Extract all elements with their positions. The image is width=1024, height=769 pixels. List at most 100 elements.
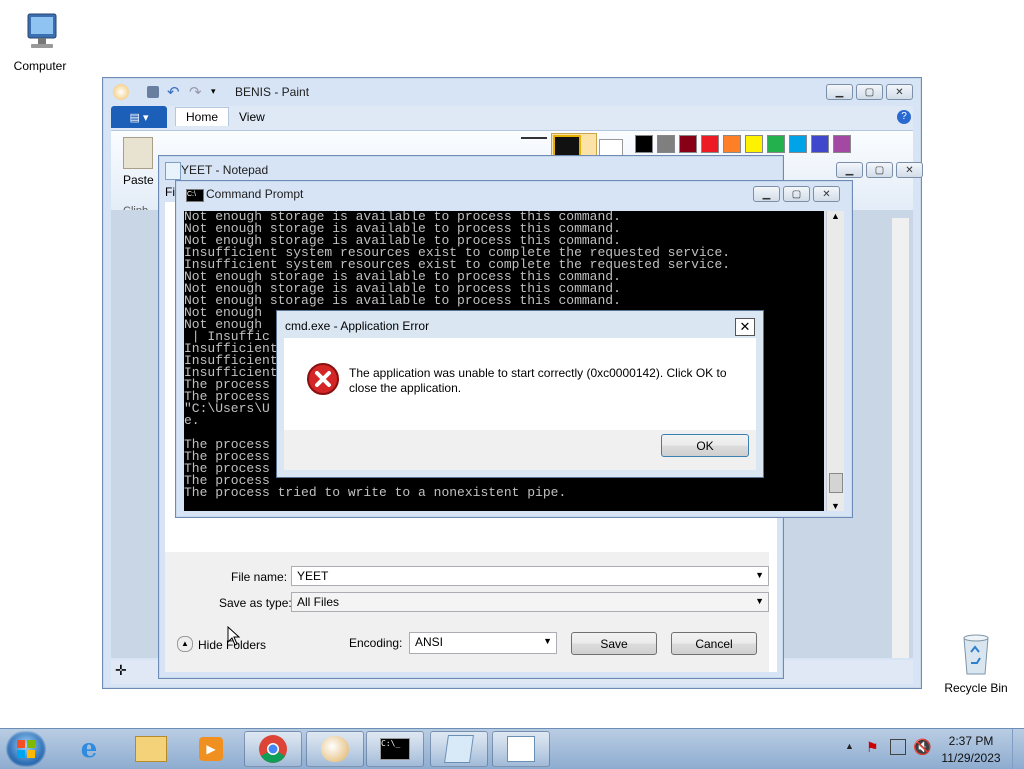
ok-button[interactable]: OK — [661, 434, 749, 457]
cancel-button[interactable]: Cancel — [671, 632, 757, 655]
palette-swatch[interactable] — [811, 135, 829, 153]
error-dialog: cmd.exe - Application Error ✕ The applic… — [276, 310, 764, 478]
paint-app-icon — [113, 84, 129, 100]
palette-swatch[interactable] — [635, 135, 653, 153]
file-name-label: File name: — [231, 570, 288, 584]
notepad-title: YEET - Notepad — [181, 163, 269, 177]
computer-desktop-icon[interactable]: Computer — [0, 8, 80, 73]
palette-swatch[interactable] — [701, 135, 719, 153]
save-button[interactable]: Save — [571, 632, 657, 655]
cmd-app-icon: C:\ — [186, 189, 204, 202]
taskbar-document[interactable] — [492, 731, 550, 767]
paint-title: BENIS - Paint — [235, 85, 310, 99]
line-size-icon — [521, 137, 547, 139]
console-line: The process tried to write to a nonexist… — [184, 485, 567, 500]
scroll-down-icon[interactable]: ▼ — [831, 501, 840, 511]
encoding-value: ANSI — [415, 635, 444, 649]
action-center-flag-icon[interactable]: ⚑ — [866, 739, 879, 756]
clock-time[interactable]: 2:37 PM — [938, 734, 1004, 748]
palette-swatch[interactable] — [767, 135, 785, 153]
network-icon[interactable] — [890, 739, 906, 755]
paint-vertical-scrollbar[interactable] — [892, 218, 909, 658]
dialog-close-button[interactable]: ✕ — [735, 318, 755, 336]
notepad-file-menu[interactable]: Fi — [165, 185, 175, 199]
tab-home[interactable]: Home — [175, 107, 230, 126]
file-name-field[interactable]: YEET ▼ — [291, 566, 769, 586]
taskbar: e ▶ C:\_ ▲ ⚑ 🔇 2:37 PM 11/29/2023 — [0, 728, 1024, 769]
document-icon — [507, 736, 535, 762]
save-as-type-value: All Files — [297, 595, 340, 609]
cmd-minimize-button[interactable]: ▁ — [753, 186, 780, 202]
clipboard-icon[interactable] — [123, 137, 153, 169]
show-desktop-button[interactable] — [1012, 729, 1024, 769]
help-icon[interactable]: ? — [897, 110, 911, 124]
paint-palette-icon — [321, 736, 349, 762]
chevron-up-icon[interactable]: ▲ — [177, 636, 193, 652]
menu-icon: ▤ ▾ — [129, 111, 149, 124]
paint-minimize-button[interactable]: ▁ — [826, 84, 853, 100]
taskbar-internet-explorer[interactable]: e — [60, 731, 118, 767]
chevron-down-icon[interactable]: ▼ — [543, 636, 552, 646]
media-player-icon: ▶ — [199, 737, 223, 761]
palette-swatch[interactable] — [657, 135, 675, 153]
cmd-icon: C:\_ — [380, 738, 410, 760]
taskbar-command-prompt[interactable]: C:\_ — [366, 731, 424, 767]
taskbar-windows-explorer[interactable] — [122, 731, 180, 767]
quick-access-dropdown-icon[interactable]: ▾ — [211, 86, 216, 97]
cmd-maximize-button[interactable]: ▢ — [783, 186, 810, 202]
notepad-maximize-button[interactable]: ▢ — [866, 162, 893, 178]
taskbar-chrome[interactable] — [244, 731, 302, 767]
scroll-thumb[interactable] — [829, 473, 843, 493]
notepad-app-icon — [165, 162, 181, 180]
paint-maximize-button[interactable]: ▢ — [856, 84, 883, 100]
encoding-select[interactable]: ANSI ▼ — [409, 632, 557, 654]
chrome-icon — [259, 735, 287, 763]
error-dialog-title: cmd.exe - Application Error — [285, 319, 430, 333]
recycle-bin-desktop-icon[interactable]: Recycle Bin — [936, 630, 1016, 695]
palette-swatch[interactable] — [723, 135, 741, 153]
save-as-type-label: Save as type: — [219, 596, 292, 610]
folder-icon — [135, 736, 167, 762]
console-line: Not enough storage is available to proce… — [184, 293, 621, 308]
error-dialog-footer: OK — [284, 430, 756, 470]
notepad-close-button[interactable]: ✕ — [896, 162, 923, 178]
start-button[interactable] — [6, 731, 46, 767]
save-icon[interactable] — [147, 86, 159, 98]
cmd-close-button[interactable]: ✕ — [813, 186, 840, 202]
scroll-up-icon[interactable]: ▲ — [831, 211, 840, 221]
palette-swatch[interactable] — [679, 135, 697, 153]
tab-view[interactable]: View — [239, 110, 265, 124]
chevron-down-icon[interactable]: ▼ — [755, 596, 764, 606]
palette-swatch[interactable] — [789, 135, 807, 153]
paste-label[interactable]: Paste — [123, 173, 154, 187]
clock-date[interactable]: 11/29/2023 — [938, 751, 1004, 765]
paint-close-button[interactable]: ✕ — [886, 84, 913, 100]
notepad-icon — [444, 735, 474, 763]
error-dialog-body: The application was unable to start corr… — [284, 338, 756, 430]
notepad-minimize-button[interactable]: ▁ — [836, 162, 863, 178]
error-message-line1: The application was unable to start corr… — [349, 366, 727, 380]
paint-titlebar[interactable]: ↶ ↷ ▾ BENIS - Paint ▁ ▢ ✕ — [103, 78, 921, 106]
cmd-title: Command Prompt — [206, 187, 304, 201]
volume-muted-icon[interactable]: 🔇 — [913, 738, 932, 756]
chevron-down-icon[interactable]: ▼ — [755, 570, 764, 580]
show-hidden-icons-button[interactable]: ▲ — [845, 741, 854, 751]
encoding-label: Encoding: — [349, 636, 403, 650]
paint-file-menu-button[interactable]: ▤ ▾ — [111, 106, 167, 128]
taskbar-notepad[interactable] — [430, 731, 488, 767]
cmd-vertical-scrollbar[interactable]: ▲ ▼ — [826, 211, 844, 511]
taskbar-media-player[interactable]: ▶ — [182, 731, 240, 767]
cmd-titlebar[interactable]: C:\ Command Prompt ▁ ▢ ✕ — [176, 181, 852, 209]
error-message-line2: close the application. — [349, 381, 462, 395]
palette-swatch[interactable] — [833, 135, 851, 153]
taskbar-paint[interactable] — [306, 731, 364, 767]
redo-icon[interactable]: ↷ — [189, 83, 202, 101]
mouse-cursor-icon — [227, 626, 241, 646]
palette-swatch[interactable] — [745, 135, 763, 153]
undo-icon[interactable]: ↶ — [167, 83, 180, 101]
error-icon — [307, 363, 339, 395]
save-as-type-select[interactable]: All Files ▼ — [291, 592, 769, 612]
recycle-bin-label: Recycle Bin — [944, 681, 1008, 695]
file-name-value: YEET — [297, 569, 329, 583]
computer-icon — [27, 13, 57, 48]
